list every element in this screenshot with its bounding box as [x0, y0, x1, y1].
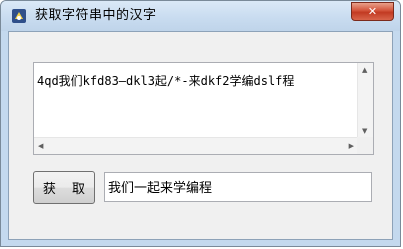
close-button[interactable]: ✕ [351, 2, 394, 21]
client-area: 4qd我们kfd83—dkl3起/*-来dkf2学编dslf程 ▲ ▼ ◀ ▶ … [8, 31, 393, 240]
arrow-left-icon[interactable]: ◀ [38, 142, 43, 150]
source-text-area[interactable]: 4qd我们kfd83—dkl3起/*-来dkf2学编dslf程 ▲ ▼ ◀ ▶ [33, 62, 374, 155]
horizontal-scrollbar[interactable]: ◀ ▶ [34, 137, 358, 154]
window-title: 获取字符串中的汉字 [35, 8, 157, 23]
arrow-down-icon[interactable]: ▼ [362, 127, 367, 135]
app-icon [11, 8, 27, 24]
arrow-up-icon[interactable]: ▲ [362, 66, 367, 74]
result-field[interactable]: 我们一起来学编程 [104, 172, 372, 202]
app-window: 获取字符串中的汉字 ✕ 4qd我们kfd83—dkl3起/*-来dkf2学编ds… [0, 0, 401, 247]
source-text: 4qd我们kfd83—dkl3起/*-来dkf2学编dslf程 [37, 74, 295, 88]
extract-button[interactable]: 获 取 [33, 171, 95, 204]
title-bar[interactable]: 获取字符串中的汉字 ✕ [1, 1, 400, 31]
vertical-scrollbar[interactable]: ▲ ▼ [357, 63, 373, 138]
scrollbar-corner [357, 137, 373, 154]
arrow-right-icon[interactable]: ▶ [349, 142, 354, 150]
close-icon: ✕ [367, 5, 378, 18]
